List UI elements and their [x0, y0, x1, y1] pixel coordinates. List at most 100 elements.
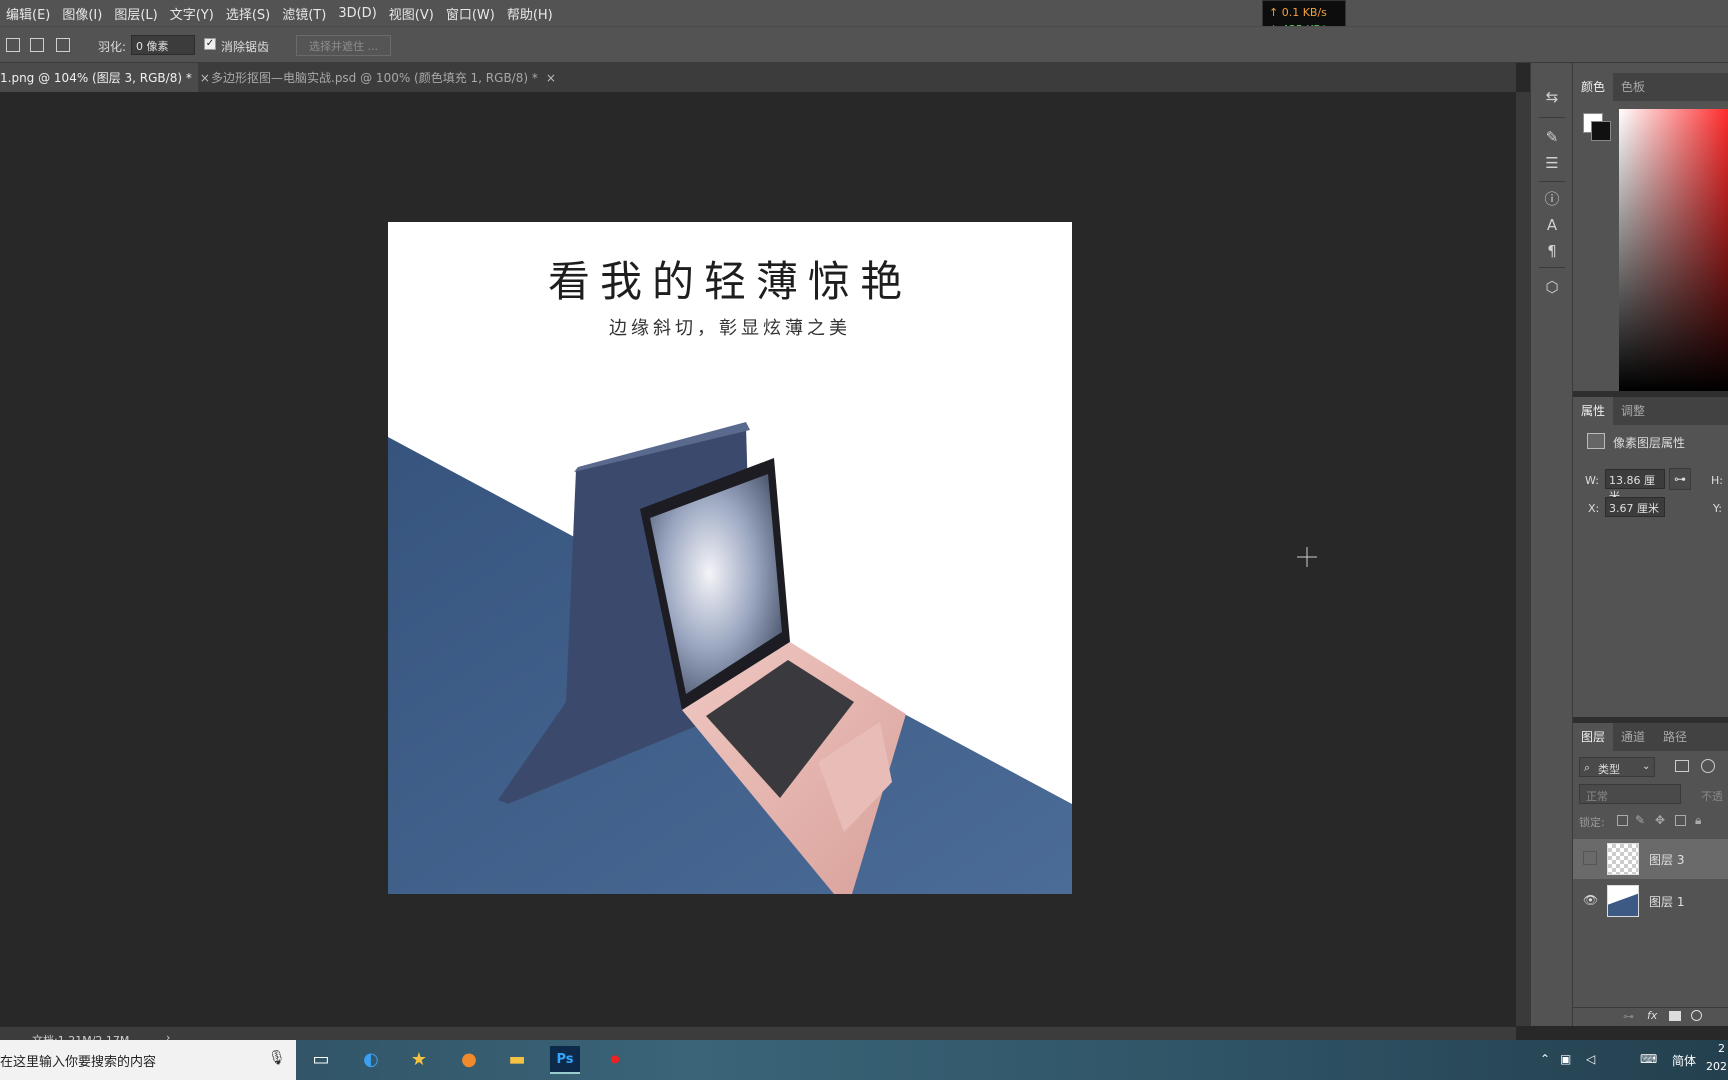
color-spectrum[interactable]	[1619, 109, 1728, 391]
tab-label: 多边形抠图—电脑实战.psd @ 100% (颜色填充 1, RGB/8) *	[211, 71, 538, 85]
new-adjustment-icon[interactable]	[1691, 1010, 1702, 1021]
character-icon[interactable]: A	[1542, 215, 1562, 235]
filter-kind-label: 类型	[1598, 763, 1620, 776]
new-selection-icon[interactable]	[6, 38, 20, 52]
tab-1png[interactable]: 1.png @ 104% (图层 3, RGB/8) * ×	[0, 63, 210, 92]
right-panels: 颜色 色板 属性 调整 像素图层属性 W: 13.86 厘米 ⊶ H: X: 3…	[1572, 63, 1728, 1026]
layer-thumbnail	[1607, 885, 1639, 917]
subtract-selection-icon[interactable]	[56, 38, 70, 52]
panel-icon-column: ⇆ ✎ ☰ ⓘ A ¶ ⬡	[1530, 63, 1572, 1026]
menu-select[interactable]: 选择(S)	[220, 4, 276, 23]
blend-mode-select[interactable]: 正常	[1579, 784, 1681, 804]
tab-label: 1.png @ 104% (图层 3, RGB/8) *	[0, 71, 192, 85]
ime-indicator[interactable]: 简体	[1672, 1052, 1696, 1069]
network-icon[interactable]: ▣	[1560, 1052, 1571, 1066]
width-input[interactable]: 13.86 厘米	[1605, 469, 1665, 503]
upload-speed: ↑ 0.1 KB/s	[1269, 6, 1327, 19]
keyboard-icon[interactable]: ⌨	[1640, 1052, 1657, 1066]
taskbar-search[interactable]: 在这里输入你要搜索的内容 🎙︎	[0, 1040, 296, 1080]
search-placeholder: 在这里输入你要搜索的内容	[0, 1055, 157, 1070]
3d-cube-icon[interactable]: ⬡	[1542, 277, 1562, 297]
y-label: Y:	[1713, 502, 1722, 515]
opacity-label: 不透	[1701, 790, 1723, 803]
h-label: H:	[1711, 474, 1723, 487]
info-icon[interactable]: ⓘ	[1542, 189, 1562, 209]
menu-3d[interactable]: 3D(D)	[332, 6, 382, 21]
tab-properties[interactable]: 属性	[1573, 397, 1614, 425]
feather-input[interactable]: 0 像素	[131, 35, 195, 55]
tray-chevron-icon[interactable]: ⌃	[1540, 1052, 1550, 1066]
menu-type[interactable]: 文字(Y)	[164, 4, 220, 23]
tab-paths[interactable]: 路径	[1655, 723, 1695, 751]
menu-edit[interactable]: 编辑(E)	[0, 4, 56, 23]
photoshop-window: 编辑(E) 图像(I) 图层(L) 文字(Y) 选择(S) 滤镜(T) 3D(D…	[0, 0, 1728, 1080]
lock-label: 锁定:	[1579, 816, 1605, 829]
layer-name[interactable]: 图层 1	[1649, 893, 1684, 910]
menu-view[interactable]: 视图(V)	[383, 4, 440, 23]
tab-color[interactable]: 颜色	[1573, 73, 1614, 101]
menu-filter[interactable]: 滤镜(T)	[276, 4, 332, 23]
clock-line1[interactable]: 2	[1718, 1042, 1725, 1055]
document-image[interactable]: 看我的轻薄惊艳 边缘斜切，彰显炫薄之美	[388, 222, 1072, 894]
menu-bar: 编辑(E) 图像(I) 图层(L) 文字(Y) 选择(S) 滤镜(T) 3D(D…	[0, 0, 1728, 26]
link-layers-icon[interactable]: ⊶	[1623, 1010, 1634, 1023]
vertical-scrollbar[interactable]	[1516, 92, 1530, 1026]
chevron-down-icon: ⌄	[1642, 761, 1651, 772]
layer-filter-select[interactable]: ⌕ 类型 ⌄	[1579, 757, 1655, 777]
props-title: 像素图层属性	[1613, 436, 1686, 450]
menu-image[interactable]: 图像(I)	[56, 4, 108, 23]
clock-line2[interactable]: 202	[1706, 1060, 1727, 1073]
select-and-mask-button[interactable]: 选择并遮住 ...	[296, 35, 391, 56]
doc-title: 看我的轻薄惊艳	[547, 257, 912, 306]
tab-channels[interactable]: 通道	[1613, 723, 1653, 751]
visibility-toggle[interactable]	[1583, 851, 1597, 865]
layer-row[interactable]: 图层 3	[1573, 839, 1728, 879]
properties-panel-tabs: 属性 调整	[1573, 397, 1728, 425]
edge-browser-icon[interactable]: ◐	[356, 1046, 386, 1074]
search-icon: ⌕	[1584, 761, 1591, 774]
layer-thumbnail	[1607, 843, 1639, 875]
lock-paint-icon[interactable]: ✎	[1635, 813, 1645, 827]
close-icon[interactable]: ×	[546, 71, 556, 85]
fx-icon[interactable]: fx	[1647, 1009, 1657, 1022]
tab-psd[interactable]: 多边形抠图—电脑实战.psd @ 100% (颜色填充 1, RGB/8) * …	[200, 63, 560, 92]
adjust-sliders-icon[interactable]: ☰	[1542, 153, 1562, 173]
paragraph-icon[interactable]: ¶	[1542, 241, 1562, 261]
x-input[interactable]: 3.67 厘米	[1605, 497, 1665, 517]
image-filter-icon[interactable]	[1675, 760, 1689, 772]
eye-icon[interactable]: 👁︎	[1583, 893, 1598, 907]
adjustment-filter-icon[interactable]	[1701, 759, 1715, 773]
link-icon[interactable]: ⊶	[1669, 468, 1691, 490]
star-app-icon[interactable]: ★	[404, 1046, 434, 1074]
menu-window[interactable]: 窗口(W)	[440, 4, 501, 23]
history-icon[interactable]: ⇆	[1542, 87, 1562, 107]
layer-row[interactable]: 👁︎ 图层 1	[1573, 881, 1728, 921]
background-color-swatch[interactable]	[1591, 121, 1611, 141]
brush-icon[interactable]: ✎	[1542, 127, 1562, 147]
record-app-icon[interactable]: ⏺	[600, 1046, 630, 1074]
antialias-checkbox[interactable]: ✓	[204, 38, 216, 50]
antialias-label: 消除锯齿	[221, 40, 270, 54]
task-view-icon[interactable]: ▭	[306, 1046, 336, 1074]
lock-all-icon[interactable]: 🔒︎	[1695, 813, 1701, 828]
w-label: W:	[1585, 474, 1599, 487]
x-label: X:	[1588, 502, 1600, 515]
photoshop-taskbar-icon[interactable]: Ps	[550, 1046, 580, 1074]
menu-layer[interactable]: 图层(L)	[108, 4, 163, 23]
volume-icon[interactable]: ◁	[1586, 1052, 1595, 1066]
artboard-icon[interactable]	[1675, 815, 1686, 826]
tab-adjustments[interactable]: 调整	[1613, 397, 1653, 425]
layer-name[interactable]: 图层 3	[1649, 851, 1684, 868]
menu-help[interactable]: 帮助(H)	[501, 4, 559, 23]
microphone-icon[interactable]: 🎙︎	[268, 1050, 286, 1066]
tab-swatches[interactable]: 色板	[1613, 73, 1653, 101]
lock-move-icon[interactable]: ✥	[1655, 813, 1665, 827]
layers-footer: ⊶ fx	[1573, 1007, 1728, 1026]
file-explorer-icon[interactable]: ▬	[502, 1046, 532, 1074]
tab-layers[interactable]: 图层	[1573, 723, 1614, 751]
mask-icon[interactable]	[1669, 1011, 1681, 1021]
windows-taskbar: 在这里输入你要搜索的内容 🎙︎ ▭ ◐ ★ ● ▬ Ps ⏺ ⌃ ▣ ◁ ⌨ 简…	[0, 1040, 1728, 1080]
add-selection-icon[interactable]	[30, 38, 44, 52]
lock-transparent-icon[interactable]	[1617, 815, 1628, 826]
orange-app-icon[interactable]: ●	[454, 1046, 484, 1074]
